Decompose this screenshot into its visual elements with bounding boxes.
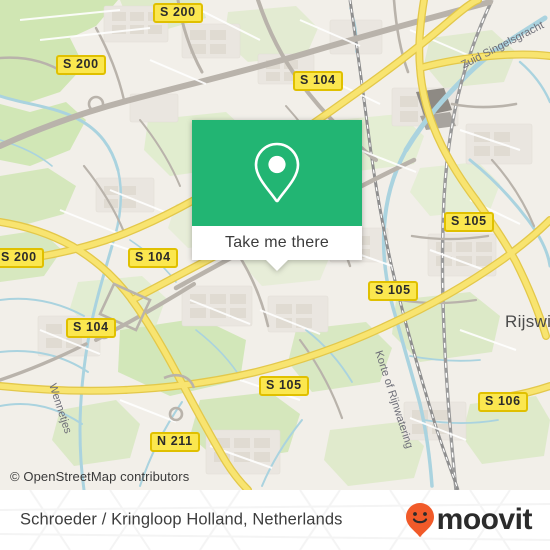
osm-attribution: © OpenStreetMap contributors [10, 469, 190, 484]
popup-pointer-arrow [266, 260, 288, 271]
road-shield: N 211 [150, 432, 200, 452]
road-shield: S 104 [293, 71, 343, 91]
road-shield: S 106 [478, 392, 528, 412]
popup-action-area[interactable]: Take me there [192, 226, 362, 271]
road-shield: S 105 [259, 376, 309, 396]
map-popup-card[interactable]: Take me there [192, 120, 362, 271]
road-shield: S 105 [444, 212, 494, 232]
moovit-wordmark: moovit [436, 503, 533, 536]
take-me-there-label: Take me there [225, 234, 329, 251]
map-canvas[interactable]: S 200 S 200 S 104 S 105 S 200 S 104 S 10… [0, 0, 550, 490]
road-shield: S 200 [0, 248, 44, 268]
popup-marker-area [192, 120, 362, 226]
road-shield: S 104 [66, 318, 116, 338]
road-shield: S 104 [128, 248, 178, 268]
footer-bar: Schroeder / Kringloop Holland, Netherlan… [0, 490, 550, 550]
moovit-smiley-pin-icon [405, 503, 434, 537]
moovit-brand[interactable]: moovit [404, 502, 533, 538]
road-shield: S 200 [153, 3, 203, 23]
screenshot-root: S 200 S 200 S 104 S 105 S 200 S 104 S 10… [0, 0, 550, 550]
map-pin-icon [254, 142, 300, 203]
city-label-rijswijk: Rijswijk [505, 312, 550, 331]
road-shield: S 105 [368, 281, 418, 301]
road-shield: S 200 [56, 55, 106, 75]
location-title: Schroeder / Kringloop Holland, Netherlan… [20, 510, 343, 529]
